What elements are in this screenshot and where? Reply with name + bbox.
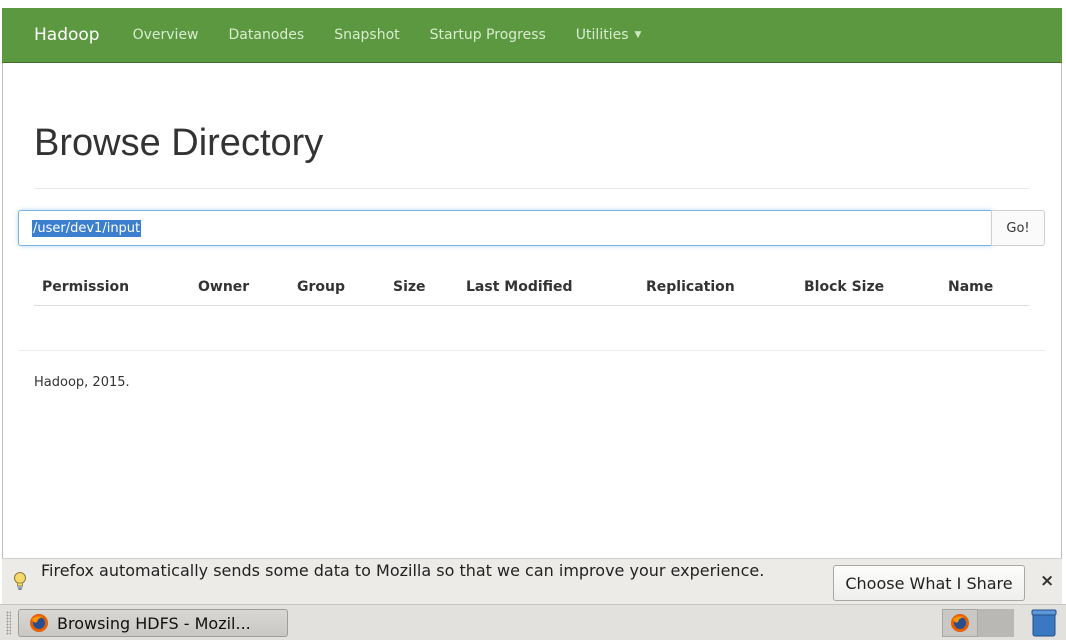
navbar: Hadoop Overview Datanodes Snapshot Start… <box>2 8 1062 63</box>
choose-what-i-share-button[interactable]: Choose What I Share <box>833 565 1025 601</box>
taskbar-window-button[interactable]: Browsing HDFS - Mozil... <box>18 609 288 637</box>
close-icon[interactable]: × <box>1040 571 1054 591</box>
nav-snapshot[interactable]: Snapshot <box>334 27 399 43</box>
taskbar: Browsing HDFS - Mozil... <box>0 604 1066 640</box>
nav-overview[interactable]: Overview <box>133 27 199 43</box>
table-header-row: Permission Owner Group Size Last Modifie… <box>34 268 1029 306</box>
tray-workspace-button[interactable] <box>978 609 1014 637</box>
lightbulb-icon <box>14 572 26 590</box>
tray-firefox-button[interactable] <box>942 609 978 637</box>
footer-divider <box>18 350 1045 351</box>
column-header-replication[interactable]: Replication <box>646 279 735 295</box>
title-divider <box>34 188 1029 189</box>
go-button[interactable]: Go! <box>991 210 1045 246</box>
path-input-value: /user/dev1/input <box>32 219 142 237</box>
brand-link[interactable]: Hadoop <box>34 25 100 45</box>
browser-viewport <box>2 8 1062 640</box>
footer-text: Hadoop, 2015. <box>34 375 130 390</box>
nav-datanodes[interactable]: Datanodes <box>229 27 305 43</box>
column-header-name[interactable]: Name <box>948 279 993 295</box>
column-header-owner[interactable]: Owner <box>198 279 249 295</box>
column-header-permission[interactable]: Permission <box>42 279 129 295</box>
trash-icon[interactable] <box>1030 608 1058 638</box>
notification-bar: Firefox automatically sends some data to… <box>2 558 1062 604</box>
column-header-block-size[interactable]: Block Size <box>804 279 884 295</box>
firefox-tray-icon <box>951 614 969 632</box>
nav-utilities-dropdown[interactable]: Utilities ▼ <box>576 27 642 43</box>
taskbar-window-label: Browsing HDFS - Mozil... <box>57 613 251 633</box>
nav-startup-progress[interactable]: Startup Progress <box>430 27 546 43</box>
nav-utilities-label: Utilities <box>575 27 629 43</box>
column-header-group[interactable]: Group <box>297 279 345 295</box>
notification-message: Firefox automatically sends some data to… <box>41 561 765 580</box>
taskbar-grip-handle[interactable] <box>6 611 11 635</box>
caret-down-icon: ▼ <box>634 30 642 40</box>
column-header-last-modified[interactable]: Last Modified <box>466 279 573 295</box>
directory-path-input[interactable]: /user/dev1/input <box>18 210 992 246</box>
firefox-icon <box>30 614 48 632</box>
page-title: Browse Directory <box>34 122 324 164</box>
column-header-size[interactable]: Size <box>393 279 426 295</box>
